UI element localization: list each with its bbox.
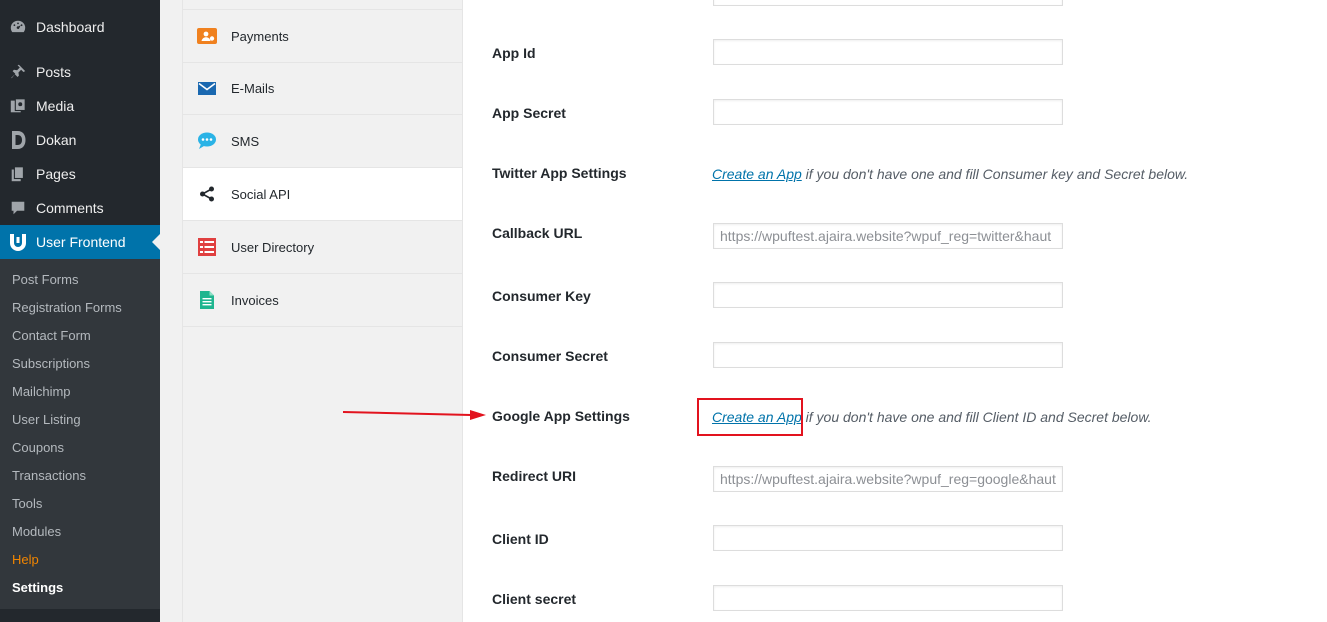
tab-label: SMS [231, 133, 260, 149]
menu-dokan[interactable]: Dokan [0, 123, 160, 157]
google-settings-text: if you don't have one and fill Client ID… [801, 409, 1152, 425]
menu-comments[interactable]: Comments [0, 191, 160, 225]
settings-nav: Payments E-Mails SMS Social API User Dir… [182, 0, 463, 622]
share-icon [183, 186, 231, 202]
user-frontend-icon [0, 232, 36, 252]
consumer-secret-label: Consumer Secret [492, 348, 608, 364]
tab-label: Social API [231, 186, 291, 202]
consumer-secret-input[interactable] [713, 342, 1063, 368]
submenu-transactions[interactable]: Transactions [12, 466, 86, 486]
user-directory-icon [183, 238, 231, 256]
payments-icon [183, 28, 231, 44]
submenu-post-forms[interactable]: Post Forms [12, 270, 78, 290]
twitter-settings-label: Twitter App Settings [492, 165, 627, 181]
menu-posts[interactable]: Posts [0, 55, 160, 89]
consumer-key-label: Consumer Key [492, 288, 591, 304]
submenu-coupons[interactable]: Coupons [12, 438, 64, 458]
app-id-label: App Id [492, 45, 536, 61]
dokan-icon [0, 130, 36, 150]
tab-payments[interactable]: Payments [183, 9, 462, 63]
app-id-input[interactable] [713, 39, 1063, 65]
tab-label: Payments [231, 28, 289, 44]
twitter-settings-text: if you don't have one and fill Consumer … [801, 166, 1189, 182]
menu-label: User Frontend [36, 234, 126, 250]
submenu-contact-form[interactable]: Contact Form [12, 326, 91, 346]
app-secret-label: App Secret [492, 105, 566, 121]
pin-icon [0, 63, 36, 81]
client-id-input[interactable] [713, 525, 1063, 551]
submenu-help[interactable]: Help [12, 550, 39, 570]
tab-social-api[interactable]: Social API [183, 168, 462, 221]
dashboard-icon [0, 18, 36, 36]
redirect-uri-input[interactable] [713, 466, 1063, 492]
tab-label: E-Mails [231, 80, 275, 96]
menu-user-frontend[interactable]: User Frontend [0, 225, 160, 259]
redirect-uri-label: Redirect URI [492, 468, 577, 484]
tab-emails[interactable]: E-Mails [183, 62, 462, 115]
annotation-arrow [342, 410, 486, 420]
tab-sms[interactable]: SMS [183, 115, 462, 168]
submenu-subscriptions[interactable]: Subscriptions [12, 354, 90, 374]
submenu-settings[interactable]: Settings [12, 578, 63, 598]
submenu-registration-forms[interactable]: Registration Forms [12, 298, 122, 318]
admin-sidebar: Dashboard Posts Media Dokan Pages Commen… [0, 0, 160, 622]
envelope-icon [183, 81, 231, 95]
callback-url-label: Callback URL [492, 225, 583, 241]
invoice-icon [183, 291, 231, 309]
submenu-mailchimp[interactable]: Mailchimp [12, 382, 71, 402]
previous-field-input[interactable] [713, 0, 1063, 6]
menu-pages[interactable]: Pages [0, 157, 160, 191]
highlight-box [697, 398, 803, 436]
menu-label: Media [36, 98, 75, 114]
client-id-label: Client ID [492, 531, 549, 547]
app-secret-input[interactable] [713, 99, 1063, 125]
comments-icon [0, 199, 36, 217]
content-gutter [160, 0, 182, 622]
tab-user-directory[interactable]: User Directory [183, 221, 462, 274]
client-secret-label: Client secret [492, 591, 577, 607]
google-settings-label: Google App Settings [492, 408, 630, 424]
twitter-settings-description: Create an App if you don't have one and … [712, 164, 1188, 184]
consumer-key-input[interactable] [713, 282, 1063, 308]
submenu-user-listing[interactable]: User Listing [12, 410, 81, 430]
menu-label: Comments [36, 200, 104, 216]
menu-label: Dokan [36, 132, 77, 148]
user-frontend-submenu: Post Forms Registration Forms Contact Fo… [0, 259, 160, 609]
tab-label: Invoices [231, 292, 279, 308]
submenu-tools[interactable]: Tools [12, 494, 42, 514]
menu-label: Posts [36, 64, 72, 80]
pages-icon [0, 165, 36, 183]
submenu-modules[interactable]: Modules [12, 522, 61, 542]
twitter-create-app-link[interactable]: Create an App [712, 166, 802, 182]
menu-label: Pages [36, 166, 76, 182]
menu-label: Dashboard [36, 19, 105, 35]
sms-icon [183, 132, 231, 150]
tab-label: User Directory [231, 239, 315, 255]
client-secret-input[interactable] [713, 585, 1063, 611]
menu-dashboard[interactable]: Dashboard [0, 10, 160, 44]
menu-media[interactable]: Media [0, 89, 160, 123]
callback-url-input[interactable] [713, 223, 1063, 249]
tab-invoices[interactable]: Invoices [183, 274, 462, 327]
media-icon [0, 97, 36, 115]
